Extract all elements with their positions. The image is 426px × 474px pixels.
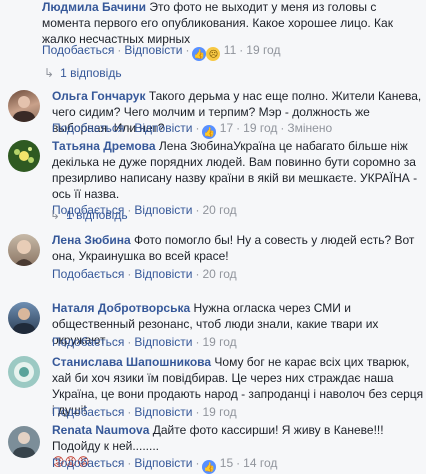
like-link[interactable]: Подобається xyxy=(52,456,124,470)
comment-author[interactable]: Ольга Гончарук xyxy=(52,89,145,103)
like-reaction-icon[interactable]: 👍 xyxy=(202,125,217,139)
reply-link[interactable]: Відповісти xyxy=(134,335,192,349)
sad-reaction-icon[interactable]: ☹ xyxy=(206,47,221,61)
reply-link[interactable]: Відповісти xyxy=(134,121,192,135)
like-link[interactable]: Подобається xyxy=(52,121,124,135)
timestamp[interactable]: 20 год xyxy=(202,267,236,281)
reply-link[interactable]: Відповісти xyxy=(124,43,182,57)
person-silhouette-icon xyxy=(13,432,35,458)
timestamp[interactable]: 19 год xyxy=(243,121,277,135)
comment-body: Людмила Бачини Это фото не выходит у мен… xyxy=(42,0,426,47)
timestamp[interactable]: 14 год xyxy=(243,456,277,470)
comment-meta: Подобається · Відповісти · 20 год xyxy=(52,267,237,281)
reactions-count[interactable]: 11 xyxy=(224,43,236,57)
view-replies-label[interactable]: 1 відповідь xyxy=(60,66,122,80)
comment-meta: Подобається · Відповісти · 19 год xyxy=(52,405,237,419)
avatar[interactable] xyxy=(8,426,40,458)
reply-link[interactable]: Відповісти xyxy=(134,405,192,419)
person-silhouette-icon xyxy=(13,96,35,122)
comment-author[interactable]: Renata Naumova xyxy=(52,423,149,437)
reply-link[interactable]: Відповісти xyxy=(134,203,192,217)
like-link[interactable]: Подобається xyxy=(52,335,124,349)
pattern-icon xyxy=(14,362,34,382)
comment-meta: Подобається · Відповісти · 👍 17 · 19 год · Зміне… xyxy=(52,121,333,139)
comment-body: Лена Зюбина Фото помогло бы! Ну а совест… xyxy=(52,232,426,264)
reactions-count[interactable]: 15 xyxy=(220,456,233,470)
reply-arrow-icon: ↳ xyxy=(50,208,61,222)
comment-author[interactable]: Людмила Бачини xyxy=(42,0,146,14)
comment-author[interactable]: Станислава Шапошникова xyxy=(52,355,211,369)
person-silhouette-icon xyxy=(13,308,35,334)
view-replies[interactable]: ↳ 1 відповідь xyxy=(44,66,122,80)
avatar[interactable] xyxy=(8,234,40,266)
avatar[interactable] xyxy=(8,90,40,122)
comment-meta: Подобається · Відповісти · 19 год xyxy=(52,335,237,349)
comment-author[interactable]: Татьяна Дремова xyxy=(52,139,156,153)
person-silhouette-icon xyxy=(14,240,34,266)
timestamp[interactable]: 19 год xyxy=(202,405,236,419)
reactions-count[interactable]: 17 xyxy=(220,121,233,135)
like-link[interactable]: Подобається xyxy=(52,405,124,419)
comment-author[interactable]: Наталя Добротворська xyxy=(52,301,190,315)
edited-label[interactable]: Змінено xyxy=(287,121,332,135)
like-reaction-icon[interactable]: 👍 xyxy=(202,460,217,474)
avatar[interactable] xyxy=(8,140,40,172)
reply-arrow-icon: ↳ xyxy=(44,66,55,80)
avatar[interactable] xyxy=(8,356,40,388)
comment-meta: Подобається · Відповісти · 👍 ☹ 11 · 19 год xyxy=(42,43,281,61)
like-reaction-icon[interactable]: 👍 xyxy=(192,47,207,61)
like-link[interactable]: Подобається xyxy=(52,267,124,281)
avatar[interactable] xyxy=(8,302,40,334)
reply-link[interactable]: Відповісти xyxy=(134,267,192,281)
timestamp[interactable]: 20 год xyxy=(202,203,236,217)
view-replies[interactable]: ↳ 1 відповідь xyxy=(50,208,128,222)
reply-link[interactable]: Відповісти xyxy=(134,456,192,470)
like-link[interactable]: Подобається xyxy=(42,43,114,57)
timestamp[interactable]: 19 год xyxy=(202,335,236,349)
comment-author[interactable]: Лена Зюбина xyxy=(52,233,131,247)
comment-meta: Подобається · Відповісти · 👍 15 · 14 год xyxy=(52,456,278,474)
view-replies-label[interactable]: 1 відповідь xyxy=(66,208,128,222)
flower-icon xyxy=(14,147,34,163)
comment-body: Татьяна Дремова Лена ЗюбинаУкраїна це на… xyxy=(52,138,426,202)
timestamp[interactable]: 19 год xyxy=(246,43,280,57)
